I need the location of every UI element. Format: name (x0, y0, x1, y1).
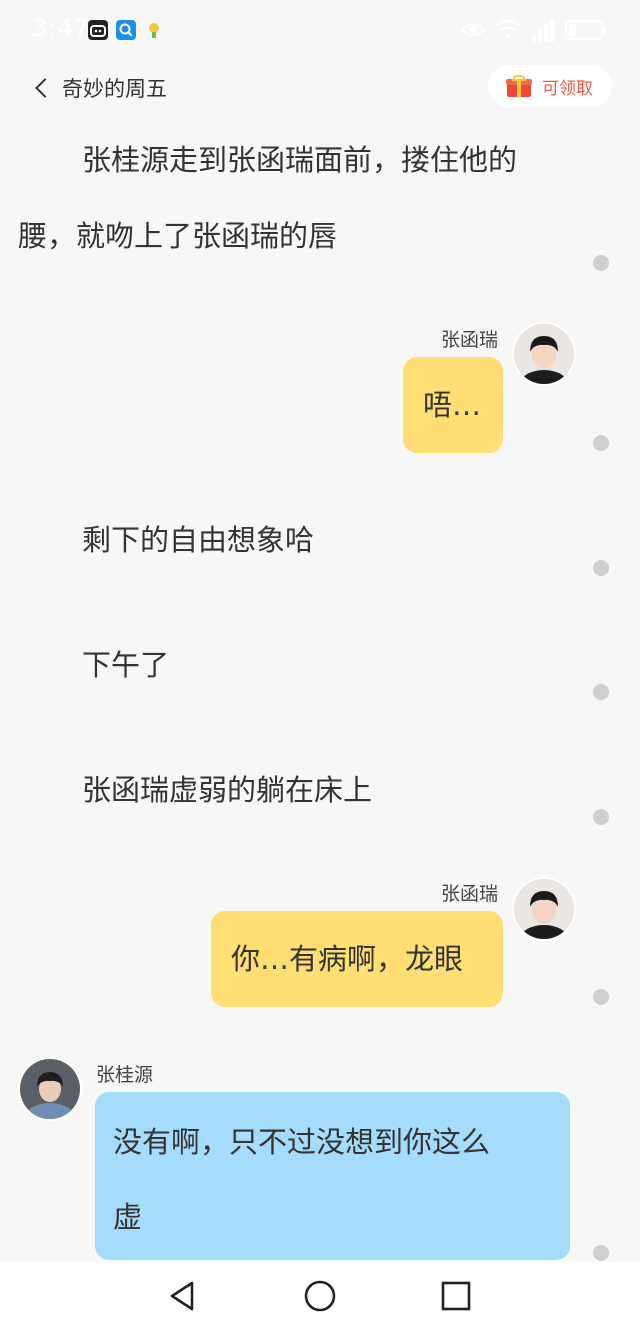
signal-icon (532, 19, 554, 42)
narration-line: 张函瑞虚弱的躺在床上 (82, 773, 373, 807)
eye-icon (460, 23, 486, 37)
narration-line: 张桂源走到张函瑞面前，搂住他的 (82, 143, 518, 177)
gift-icon (506, 75, 532, 97)
back-button[interactable]: 奇妙的周五 (30, 72, 167, 104)
square-recents-icon[interactable] (439, 1279, 473, 1313)
search-app-icon (116, 20, 136, 40)
narration-text: 张桂源走到张函瑞面前，搂住他的 腰，就吻上了张函瑞的唇 (18, 140, 578, 256)
triangle-back-icon[interactable] (166, 1279, 200, 1313)
narration-line: 腰，就吻上了张函瑞的唇 (18, 219, 338, 253)
speaker-name: 张函瑞 (441, 329, 499, 351)
circle-home-icon[interactable] (303, 1279, 337, 1313)
bilibili-icon (88, 20, 108, 40)
message-text: 虚 (113, 1200, 143, 1234)
message-bubble[interactable]: 你…有病啊，龙眼 (211, 911, 503, 1007)
message-dot[interactable] (593, 809, 609, 825)
avatar[interactable] (512, 877, 576, 941)
narration-line: 下午了 (82, 648, 170, 682)
reward-button[interactable]: 可领取 (488, 65, 612, 107)
message-dot[interactable] (593, 255, 609, 271)
message-text: 唔… (423, 388, 482, 422)
system-nav-bar (0, 1262, 640, 1330)
status-right-icons (460, 16, 610, 44)
message-text: 没有啊，只不过没想到你这么 (113, 1125, 491, 1159)
avatar[interactable] (512, 322, 576, 386)
message-dot[interactable] (593, 560, 609, 576)
story-title: 奇妙的周五 (62, 77, 167, 101)
avatar[interactable] (18, 1057, 82, 1121)
message-bubble[interactable]: 没有啊，只不过没想到你这么 虚 (95, 1092, 570, 1260)
chevron-left-icon (35, 78, 55, 98)
speaker-name: 张桂源 (96, 1064, 154, 1086)
message-text: 你…有病啊，龙眼 (231, 942, 464, 976)
message-dot[interactable] (593, 684, 609, 700)
status-bar: 3:47 (0, 0, 640, 60)
reward-label: 可领取 (542, 78, 593, 99)
wifi-icon (495, 19, 521, 39)
speaker-name: 张函瑞 (441, 883, 499, 905)
narration-text: 剩下的自由想象哈 (18, 520, 578, 560)
battery-icon (565, 20, 606, 40)
message-dot[interactable] (593, 435, 609, 451)
status-time: 3:47 (32, 14, 90, 42)
narration-text: 下午了 (18, 645, 578, 685)
weather-icon (144, 20, 164, 40)
message-bubble[interactable]: 唔… (403, 357, 503, 453)
narration-line: 剩下的自由想象哈 (82, 523, 315, 557)
header: 奇妙的周五 可领取 (0, 60, 640, 116)
narration-text: 张函瑞虚弱的躺在床上 (18, 770, 578, 810)
message-dot[interactable] (593, 1245, 609, 1261)
message-dot[interactable] (593, 989, 609, 1005)
